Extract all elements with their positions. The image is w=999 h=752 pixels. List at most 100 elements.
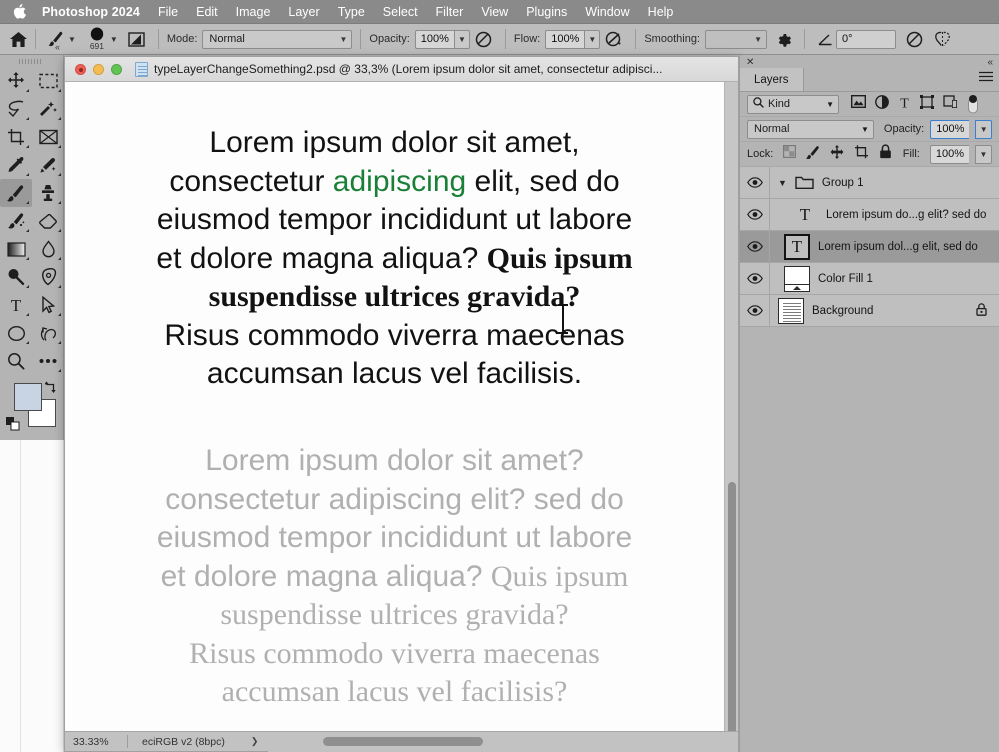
eyedropper-tool[interactable]	[0, 151, 32, 179]
fill-stepper-chevron-down-icon[interactable]: ▼	[975, 144, 992, 164]
menu-file[interactable]: File	[158, 5, 178, 19]
brush-preset-chevron-down-icon[interactable]: ▼	[68, 35, 76, 44]
dodge-tool[interactable]	[0, 263, 32, 291]
layer-row-content[interactable]: ▼ Group 1	[770, 175, 999, 190]
horizontal-type-tool[interactable]: T	[0, 291, 32, 319]
menu-select[interactable]: Select	[383, 5, 418, 19]
move-tool[interactable]	[0, 67, 32, 95]
foreground-color-swatch[interactable]	[14, 383, 42, 411]
brush-settings-panel-icon[interactable]	[128, 31, 145, 48]
filter-shape-layers-icon[interactable]	[920, 94, 934, 114]
filter-adjustment-layers-icon[interactable]	[875, 94, 889, 114]
canvas-vertical-scrollbar[interactable]	[724, 82, 738, 731]
lock-artboard-nesting-icon[interactable]	[854, 144, 869, 164]
eraser-tool[interactable]	[32, 207, 64, 235]
pressure-opacity-icon[interactable]	[475, 31, 492, 48]
minimize-window-button[interactable]	[93, 63, 104, 75]
filter-type-layers-icon[interactable]: T	[898, 95, 911, 114]
menu-edit[interactable]: Edit	[196, 5, 218, 19]
layer-row-background[interactable]: Background	[740, 295, 999, 327]
lock-position-icon[interactable]	[830, 144, 844, 164]
crop-tool[interactable]	[0, 123, 32, 151]
menu-window[interactable]: Window	[585, 5, 629, 19]
layer-row-color-fill[interactable]: Color Fill 1	[740, 263, 999, 295]
smoothing-select[interactable]: ▼	[705, 29, 767, 49]
filter-kind-select[interactable]: Kind ▼	[747, 94, 839, 114]
layer-row-content[interactable]: Color Fill 1	[770, 265, 999, 292]
canvas-area[interactable]: Lorem ipsum dolor sit amet, consectetur …	[65, 82, 738, 731]
ellipse-tool[interactable]	[0, 319, 32, 347]
airbrush-icon[interactable]	[605, 31, 622, 48]
zoom-level-value[interactable]: 33.33%	[65, 736, 127, 748]
collapse-panel-icon[interactable]: «	[55, 42, 60, 52]
menu-plugins[interactable]: Plugins	[526, 5, 567, 19]
pressure-size-icon[interactable]	[906, 31, 923, 48]
brush-size-chevron-down-icon[interactable]: ▼	[110, 35, 118, 44]
brush-angle-input[interactable]: 0°	[836, 29, 896, 49]
filter-smart-objects-icon[interactable]	[943, 94, 958, 114]
collapse-panel-icon[interactable]: «	[987, 57, 993, 68]
zoom-tool[interactable]	[0, 347, 32, 375]
chevron-right-icon[interactable]: ❯	[251, 736, 259, 747]
visibility-eye-icon[interactable]	[740, 167, 770, 198]
opacity-stepper-chevron-down-icon[interactable]: ▼	[453, 29, 470, 49]
layer-row-group-1[interactable]: ▼ Group 1	[740, 167, 999, 199]
flow-input[interactable]: 100%	[545, 29, 585, 49]
visibility-eye-icon[interactable]	[740, 199, 770, 230]
canvas-horizontal-scrollbar[interactable]	[268, 731, 738, 752]
brush-size-display[interactable]: 691	[88, 27, 106, 51]
menu-help[interactable]: Help	[648, 5, 674, 19]
spot-healing-brush-tool[interactable]	[32, 151, 64, 179]
frame-tool[interactable]	[32, 123, 64, 151]
menu-filter[interactable]: Filter	[436, 5, 464, 19]
visibility-eye-icon[interactable]	[740, 231, 770, 262]
layer-row-type-1[interactable]: T Lorem ipsum do...g elit? sed do	[740, 199, 999, 231]
filter-pixel-layers-icon[interactable]	[850, 94, 867, 113]
layer-row-content[interactable]: Background	[770, 297, 999, 324]
default-colors-icon[interactable]	[6, 417, 20, 431]
layer-row-type-2[interactable]: T Lorem ipsum dol...g elit, sed do	[740, 231, 999, 263]
menu-image[interactable]: Image	[236, 5, 271, 19]
brush-tool[interactable]	[0, 179, 32, 207]
history-brush-tool[interactable]	[0, 207, 32, 235]
gradient-tool[interactable]	[0, 235, 32, 263]
object-selection-tool[interactable]	[32, 95, 64, 123]
pen-tool[interactable]	[32, 263, 64, 291]
menu-type[interactable]: Type	[338, 5, 365, 19]
blend-mode-select[interactable]: Normal ▼	[202, 29, 353, 49]
apple-logo-icon[interactable]	[12, 3, 26, 20]
toolbar-drag-handle[interactable]: «	[0, 42, 63, 67]
panel-menu-icon[interactable]	[979, 69, 993, 91]
canvas-page[interactable]: Lorem ipsum dolor sit amet, consectetur …	[65, 82, 724, 731]
filter-toggle-switch[interactable]	[967, 94, 979, 114]
rectangular-marquee-tool[interactable]	[32, 67, 64, 95]
edit-toolbar-ellipsis-icon[interactable]	[32, 347, 64, 375]
lock-image-pixels-icon[interactable]	[806, 145, 820, 164]
opacity-input[interactable]: 100%	[414, 29, 454, 49]
layer-row-content[interactable]: T Lorem ipsum dol...g elit, sed do	[770, 233, 999, 260]
lasso-tool[interactable]	[0, 95, 32, 123]
gear-icon[interactable]	[775, 31, 791, 47]
symmetry-butterfly-icon[interactable]	[933, 31, 952, 47]
fill-input[interactable]: 100%	[929, 144, 969, 164]
flow-stepper-chevron-down-icon[interactable]: ▼	[584, 29, 601, 49]
visibility-eye-icon[interactable]	[740, 295, 770, 326]
layer-opacity-input[interactable]: 100%	[930, 119, 970, 139]
menu-app-name[interactable]: Photoshop 2024	[42, 5, 140, 19]
swap-colors-icon[interactable]	[44, 381, 57, 396]
path-selection-tool[interactable]	[32, 291, 64, 319]
maximize-window-button[interactable]	[111, 63, 122, 75]
document-title-bar[interactable]: typeLayerChangeSomething2.psd @ 33,3% (L…	[65, 57, 738, 82]
layer-list-empty-area[interactable]	[740, 327, 999, 627]
group-expand-chevron-down-icon[interactable]: ▼	[778, 178, 787, 188]
clone-stamp-tool[interactable]	[32, 179, 64, 207]
layer-opacity-stepper-chevron-down-icon[interactable]: ▼	[975, 119, 992, 139]
close-panel-icon[interactable]: ✕	[746, 57, 754, 68]
menu-layer[interactable]: Layer	[288, 5, 319, 19]
tab-layers[interactable]: Layers	[740, 68, 804, 91]
blur-tool[interactable]	[32, 235, 64, 263]
rotate-view-tool[interactable]	[32, 319, 64, 347]
layer-blend-mode-select[interactable]: Normal ▼	[747, 119, 874, 139]
canvas-vertical-scroll-thumb[interactable]	[728, 482, 736, 731]
home-icon[interactable]	[10, 31, 27, 47]
